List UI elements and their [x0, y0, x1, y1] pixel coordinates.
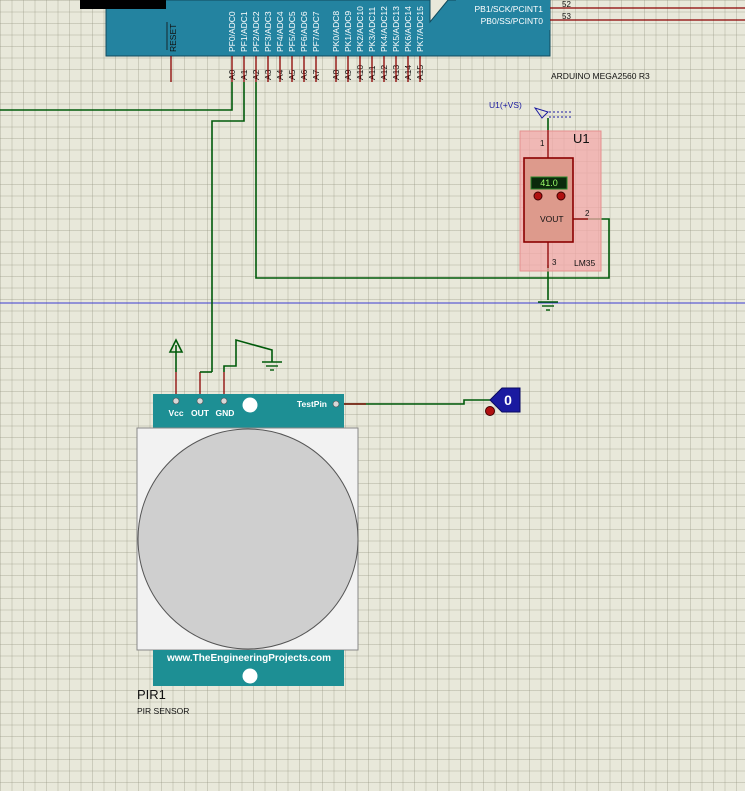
pir-out-label: OUT [191, 408, 210, 418]
analog-pin-label-11: PK3/ADC11 [367, 7, 377, 52]
pin-label-pb1: PB1/SCK/PCINT1 [475, 4, 544, 14]
arduino-name: ARDUINO MEGA2560 R3 [551, 71, 650, 81]
lm35-pin2: 2 [585, 209, 590, 218]
lm35-power-label: U1(+VS) [489, 100, 522, 110]
lm35-sensor[interactable]: U1(+VS) U1 1 41.0 VOUT 2 3 LM35 [489, 100, 602, 272]
analog-pin-label-8: PK0/ADC8 [331, 11, 341, 52]
wire-pir-gnd[interactable] [223, 338, 273, 372]
pir-website: www.TheEngineeringProjects.com [166, 653, 331, 664]
pin-num-53: 53 [562, 12, 571, 21]
logic-probe[interactable]: 0 [485, 387, 521, 416]
pir-ref: PIR1 [137, 687, 166, 702]
analog-pin-label-12: PK4/ADC12 [379, 6, 389, 52]
pir-led-top [242, 397, 258, 413]
analog-pin-label-7: PF7/ADC7 [311, 11, 321, 52]
pir-name: PIR SENSOR [137, 706, 189, 716]
analog-pin-label-2: PF2/ADC2 [251, 11, 261, 52]
arduino-mega[interactable]: PB1/SCK/PCINT1 PB0/SS/PCINT0 52 53 RESET… [80, 0, 745, 82]
lm35-body [523, 157, 574, 243]
pir-vcc-pad [172, 397, 180, 405]
analog-pin-label-15: PK7/ADC15 [415, 6, 425, 52]
power-probe-icon [533, 107, 549, 119]
analog-pin-label-14: PK6/ADC14 [403, 6, 413, 52]
pir-lens-dome [137, 428, 359, 650]
ground-icon-pir[interactable] [262, 361, 282, 371]
analog-pin-label-3: PF3/ADC3 [263, 11, 273, 52]
logic-probe-led [485, 406, 495, 416]
schematic-canvas[interactable]: PB1/SCK/PCINT1 PB0/SS/PCINT0 52 53 RESET… [0, 0, 745, 791]
lm35-pin1: 1 [540, 139, 545, 148]
arduino-header-black [80, 0, 166, 9]
pir-testpin-label: TestPin [297, 399, 327, 409]
wire-a0[interactable] [0, 82, 233, 111]
analog-pin-label-0: PF0/ADC0 [227, 11, 237, 52]
pir-gnd-pad [220, 397, 228, 405]
pir-sensor[interactable]: Vcc OUT GND TestPin www.TheEngineeringPr… [136, 371, 366, 716]
logic-probe-value: 0 [504, 392, 512, 408]
analog-pin-label-5: PF5/ADC5 [287, 11, 297, 52]
pir-led-bottom [242, 668, 258, 684]
pin-num-52: 52 [562, 0, 571, 9]
lm35-ref: U1 [573, 131, 590, 146]
wires [0, 82, 610, 405]
lm35-increment-button[interactable] [556, 191, 566, 201]
analog-pin-label-1: PF1/ADC1 [239, 11, 249, 52]
lm35-vout-label: VOUT [540, 214, 564, 224]
pir-vcc-label: Vcc [168, 408, 183, 418]
pir-testpin-pad[interactable] [332, 400, 340, 408]
lm35-decrement-button[interactable] [533, 191, 543, 201]
pir-gnd-label: GND [216, 408, 235, 418]
pin-label-pb0: PB0/SS/PCINT0 [481, 16, 544, 26]
analog-pin-label-9: PK1/ADC9 [343, 11, 353, 52]
pir-out-pad [196, 397, 204, 405]
lm35-display-value: 41.0 [540, 178, 558, 188]
wire-a1-to-pir-out[interactable] [211, 82, 245, 372]
analog-pin-label-10: PK2/ADC10 [355, 6, 365, 52]
analog-pin-label-6: PF6/ADC6 [299, 11, 309, 52]
lm35-pin3: 3 [552, 258, 557, 267]
lm35-name: LM35 [574, 258, 596, 268]
analog-pin-label-4: PF4/ADC4 [275, 11, 285, 52]
schematic-svg: PB1/SCK/PCINT1 PB0/SS/PCINT0 52 53 RESET… [0, 0, 745, 716]
power-terminal-icon[interactable] [168, 338, 184, 353]
analog-pin-label-13: PK5/ADC13 [391, 6, 401, 52]
reset-label: RESET [168, 24, 178, 52]
